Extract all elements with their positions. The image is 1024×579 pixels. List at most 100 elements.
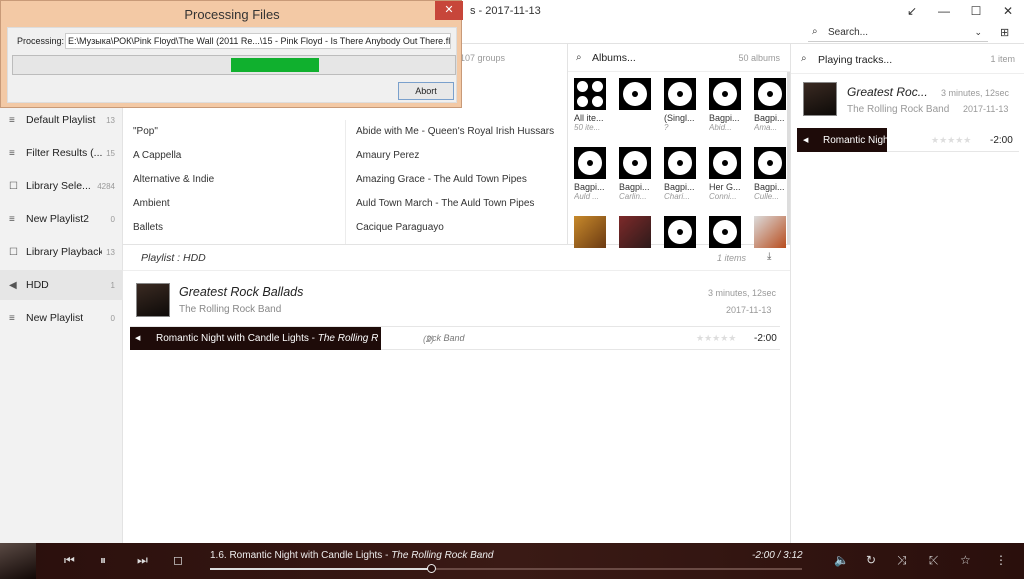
- sidebar-item-count: 4284: [97, 181, 115, 191]
- genre-item[interactable]: A Cappella: [123, 144, 345, 168]
- album-title: Greatest Rock Ballads: [179, 285, 304, 299]
- sidebar-item[interactable]: ◀ HDD 1: [0, 270, 123, 300]
- sidebar-item[interactable]: ☐ Library Playback 13: [0, 237, 123, 267]
- rating-stars[interactable]: ★★★★★: [931, 135, 971, 146]
- track-number: (2): [423, 334, 434, 344]
- more-icon[interactable]: ⋮: [995, 553, 1007, 567]
- album-name: Bagpi...: [574, 182, 605, 192]
- artist-item[interactable]: Abide with Me - Queen's Royal Irish Huss…: [346, 120, 567, 144]
- player-bar: ⏮ ⏸ ⏭ ◻ 1.6. Romantic Night with Candle …: [0, 543, 1024, 579]
- playlist-header: Playlist : HDD 1 items ⤓: [123, 245, 790, 271]
- sidebar-item[interactable]: ☐ Library Sele... 4284: [0, 171, 123, 201]
- album-tile[interactable]: [709, 216, 749, 248]
- dialog-close-button[interactable]: ✕: [435, 1, 463, 20]
- track-row[interactable]: ◀ Romantic Night wit... ★★★★★ -2:00: [797, 128, 1019, 152]
- back-arrow-icon[interactable]: ↙: [896, 0, 928, 22]
- seek-bar[interactable]: [210, 568, 802, 570]
- track-row[interactable]: ◀ Romantic Night with Candle Lights - Th…: [130, 327, 780, 350]
- album-tile[interactable]: Bagpi... Auld ...: [574, 147, 614, 201]
- disc-icon: [623, 151, 647, 175]
- rating-stars[interactable]: ★★★★★: [696, 333, 736, 344]
- album-tile[interactable]: All ite... 50 ite...: [574, 78, 614, 132]
- artist-item[interactable]: Amazing Grace - The Auld Town Pipes: [346, 168, 567, 192]
- album-tile[interactable]: Her G... Conni...: [709, 147, 749, 201]
- album-tile[interactable]: [574, 216, 614, 248]
- album-subtitle: Chari...: [664, 192, 690, 201]
- previous-icon[interactable]: ⏮: [64, 553, 75, 568]
- pause-icon[interactable]: ⏸: [100, 553, 106, 568]
- play-icon[interactable]: ◀: [135, 334, 140, 342]
- album-cover: [709, 216, 741, 248]
- genre-item[interactable]: Ballets: [123, 216, 345, 240]
- album-cover[interactable]: [136, 283, 170, 317]
- album-tile[interactable]: [619, 78, 659, 113]
- artist-item[interactable]: Cacique Paraguayo: [346, 216, 567, 240]
- album-cover: [574, 147, 606, 179]
- search-input[interactable]: ⌕ Search... ⌄: [808, 24, 988, 42]
- window-title: s - 2017-11-13: [470, 5, 541, 17]
- favorite-icon[interactable]: ☆: [960, 553, 971, 567]
- album-cover: [619, 78, 651, 110]
- album-date: 2017-11-13: [963, 104, 1009, 114]
- album-cover: [574, 78, 606, 110]
- album-tile[interactable]: Bagpi... Carlin...: [619, 147, 659, 201]
- abort-button[interactable]: Abort: [398, 82, 454, 100]
- artist-item[interactable]: Amaury Perez: [346, 144, 567, 168]
- download-icon[interactable]: ⤓: [767, 251, 771, 262]
- play-icon[interactable]: ◀: [803, 136, 808, 144]
- sidebar-item-label: Library Sele...: [26, 180, 91, 192]
- chevron-down-icon[interactable]: ⌄: [974, 27, 982, 38]
- sidebar-item[interactable]: ≡ Filter Results (... 15: [0, 138, 123, 168]
- artist-list: Abide with Me - Queen's Royal Irish Huss…: [345, 120, 567, 244]
- album-name: Bagpi...: [709, 113, 740, 123]
- now-playing-cover[interactable]: [0, 543, 36, 579]
- album-cover: [709, 147, 741, 179]
- playlist-count: 1 items: [717, 253, 747, 263]
- square-icon: ☐: [9, 246, 18, 258]
- album-cover[interactable]: [803, 82, 837, 116]
- seek-handle[interactable]: [427, 564, 436, 573]
- search-placeholder: Search...: [828, 27, 869, 38]
- album-tile[interactable]: [619, 216, 659, 248]
- album-subtitle: Abid...: [709, 123, 732, 132]
- album-subtitle: 50 ite...: [574, 123, 601, 132]
- album-tile[interactable]: [664, 216, 704, 248]
- shuffle-icon[interactable]: ⤨: [897, 553, 907, 568]
- albums-count: 50 albums: [738, 53, 780, 63]
- layout-grid-icon[interactable]: ⊞: [1000, 26, 1009, 39]
- sidebar-item[interactable]: ≡ New Playlist 0: [0, 303, 123, 333]
- repeat-icon[interactable]: ↻: [866, 553, 876, 567]
- album-name: All ite...: [574, 113, 604, 123]
- track-name: Romantic Night with Candle Lights - The …: [156, 333, 379, 344]
- close-button[interactable]: ✕: [992, 0, 1024, 22]
- sidebar-item-label: New Playlist: [26, 312, 84, 324]
- sidebar-item[interactable]: ≡ Default Playlist 13: [0, 105, 123, 135]
- minimize-button[interactable]: —: [928, 0, 960, 22]
- playing-count: 1 item: [990, 54, 1015, 64]
- play-icon: ◀: [9, 279, 17, 291]
- sidebar-item-count: 0: [110, 214, 115, 224]
- genre-item[interactable]: Alternative & Indie: [123, 168, 345, 192]
- album-subtitle: Auld ...: [574, 192, 599, 201]
- search-icon[interactable]: ⌕: [801, 53, 807, 64]
- album-title: Greatest Roc...: [847, 85, 928, 99]
- disc-icon: [578, 151, 602, 175]
- crossfade-icon[interactable]: ⤪: [929, 553, 939, 568]
- artist-item[interactable]: Auld Town March - The Auld Town Pipes: [346, 192, 567, 216]
- sidebar-item-label: Filter Results (...: [26, 147, 102, 159]
- volume-icon[interactable]: 🔈: [834, 553, 849, 567]
- sidebar-item[interactable]: ≡ New Playlist2 0: [0, 204, 123, 234]
- disc-icon: [592, 96, 603, 107]
- album-tile[interactable]: (Singl...?: [664, 78, 704, 132]
- search-icon[interactable]: ⌕: [576, 52, 582, 63]
- genre-item[interactable]: "Pop": [123, 120, 345, 144]
- album-tile[interactable]: Bagpi... Chari...: [664, 147, 704, 201]
- maximize-button[interactable]: ☐: [960, 0, 992, 22]
- sidebar-item-label: Library Playback: [26, 246, 102, 258]
- disc-icon: [713, 220, 737, 244]
- stop-icon[interactable]: ◻: [173, 553, 183, 567]
- album-tile[interactable]: Bagpi... Abid...: [709, 78, 749, 132]
- next-icon[interactable]: ⏭: [137, 553, 148, 568]
- genre-item[interactable]: Ambient: [123, 192, 345, 216]
- square-icon: ☐: [9, 180, 18, 192]
